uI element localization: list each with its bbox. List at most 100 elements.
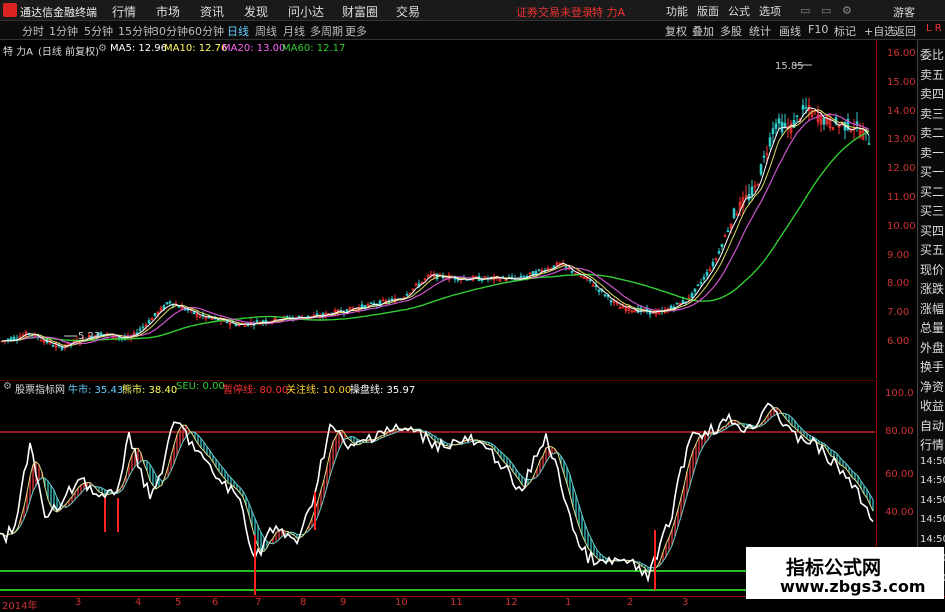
candlestick-chart[interactable]: 15.85 5.23: [0, 40, 875, 378]
candle-body: [693, 288, 697, 292]
side-panel-item[interactable]: 卖四: [920, 85, 944, 102]
menu-item-hangqing[interactable]: 行情: [112, 3, 136, 20]
side-panel-item[interactable]: 买五: [920, 241, 944, 258]
menu-item-faxian[interactable]: 发现: [244, 3, 268, 20]
candle-body: [771, 128, 775, 135]
candle-body: [822, 118, 826, 125]
side-panel-item[interactable]: 买四: [920, 222, 944, 239]
period-fenshi[interactable]: 分时: [22, 23, 44, 39]
candle-body: [669, 305, 673, 309]
indicator-tick: 80.00: [885, 426, 914, 437]
menu-item-caifuquan[interactable]: 财富圈: [342, 3, 378, 20]
date-tick: 11: [450, 597, 463, 608]
side-panel-item[interactable]: 涨幅: [920, 300, 944, 317]
side-panel-item[interactable]: 净资: [920, 378, 944, 395]
candle-body: [141, 326, 145, 329]
side-panel-item[interactable]: 涨跌: [920, 280, 944, 297]
ma5-line: [1, 107, 870, 348]
side-panel-item[interactable]: 卖二: [920, 124, 944, 141]
candle-body: [711, 261, 715, 267]
watermark-url: www.zbgs3.com: [780, 577, 926, 596]
candle-body: [783, 122, 787, 127]
date-tick: 2014年: [2, 601, 38, 612]
menu-item-jiaoyi[interactable]: 交易: [396, 3, 420, 20]
period-30min[interactable]: 30分钟: [152, 23, 188, 39]
period-multi[interactable]: 多周期: [310, 23, 343, 39]
period-daily[interactable]: 日线: [227, 23, 249, 39]
date-tick: 2: [627, 597, 634, 608]
side-panel-item[interactable]: 14:50: [920, 534, 945, 545]
date-tick: 5: [175, 597, 182, 608]
minimize-icon[interactable]: ▭: [800, 4, 810, 17]
btn-fanhui[interactable]: 返回: [894, 23, 916, 39]
side-panel-item[interactable]: 收益: [920, 397, 944, 414]
operate-line: [0, 402, 874, 584]
side-panel-item[interactable]: 卖一: [920, 144, 944, 161]
period-5min[interactable]: 5分钟: [84, 23, 113, 39]
btn-diejia[interactable]: 叠加: [692, 23, 714, 39]
side-panel-item[interactable]: 行情: [920, 436, 944, 453]
price-tick: 13.00: [887, 134, 916, 146]
candle-body: [117, 337, 121, 339]
indicator-tick: 100.0: [885, 388, 914, 399]
menu-item-shichang[interactable]: 市场: [156, 3, 180, 20]
side-panel-item[interactable]: 买一: [920, 163, 944, 180]
period-1min[interactable]: 1分钟: [49, 23, 78, 39]
side-panel-item[interactable]: 外盘: [920, 339, 944, 356]
side-panel-item[interactable]: 14:50: [920, 475, 945, 486]
period-15min[interactable]: 15分钟: [118, 23, 154, 39]
btn-zixuan[interactable]: +自选: [864, 23, 895, 39]
price-tick: 7.00: [887, 307, 910, 319]
btn-biaoji[interactable]: 标记: [834, 23, 856, 39]
btn-f10[interactable]: F10: [808, 23, 828, 36]
menu-item-xuanxiang[interactable]: 选项: [759, 3, 781, 19]
settings-icon[interactable]: ⚙: [842, 4, 852, 17]
side-panel-item[interactable]: 买二: [920, 183, 944, 200]
side-panel-item[interactable]: 换手: [920, 358, 944, 375]
side-panel-item[interactable]: 14:50: [920, 514, 945, 525]
login-status[interactable]: 证券交易未登录: [516, 4, 593, 20]
ma10-line: [1, 109, 870, 347]
date-tick: 1: [565, 597, 572, 608]
btn-duogu[interactable]: 多股: [720, 23, 742, 39]
candle-body: [867, 143, 871, 145]
side-panel-item[interactable]: 14:50: [920, 456, 945, 467]
slow-line: [0, 412, 874, 569]
price-tick: 15.00: [887, 76, 916, 88]
side-panel-item[interactable]: 自动: [920, 417, 944, 434]
candle-body: [138, 328, 142, 331]
guest-label[interactable]: 游客: [893, 4, 915, 20]
restore-icon[interactable]: ▭: [821, 4, 831, 17]
period-60min[interactable]: 60分钟: [188, 23, 224, 39]
period-monthly[interactable]: 月线: [283, 23, 305, 39]
date-tick: 3: [75, 597, 82, 608]
menu-item-gongneng[interactable]: 功能: [666, 3, 688, 19]
period-weekly[interactable]: 周线: [255, 23, 277, 39]
side-panel-item[interactable]: 卖五: [920, 66, 944, 83]
menu-item-zixun[interactable]: 资讯: [200, 3, 224, 20]
period-more[interactable]: 更多: [345, 23, 367, 39]
menu-item-wenxiaoda[interactable]: 问小达: [288, 3, 324, 20]
indicator-chart[interactable]: [0, 380, 875, 596]
side-panel-item[interactable]: 买三: [920, 202, 944, 219]
menu-item-gongshi[interactable]: 公式: [728, 3, 750, 19]
candle-body: [369, 302, 373, 304]
candle-body: [759, 164, 763, 175]
candle-body: [153, 313, 157, 316]
candle-body: [405, 293, 409, 296]
candle-body: [147, 320, 151, 324]
side-panel-item[interactable]: 委比: [920, 46, 944, 63]
indicator-tick: 40.00: [885, 507, 914, 518]
date-tick: 4: [135, 597, 142, 608]
date-tick: 6: [212, 597, 219, 608]
menu-item-banmian[interactable]: 版面: [697, 3, 719, 19]
side-panel-item[interactable]: 总量: [920, 319, 944, 336]
btn-tongji[interactable]: 统计: [749, 23, 771, 39]
side-panel-item[interactable]: 现价: [920, 261, 944, 278]
side-panel-item[interactable]: 14:50: [920, 495, 945, 506]
side-panel-item[interactable]: 卖三: [920, 105, 944, 122]
watermark: 指标公式网 www.zbgs3.com: [746, 547, 944, 599]
side-quote-panel: 委比卖五卖四卖三卖二卖一买一买二买三买四买五现价涨跌涨幅总量外盘换手净资收益自动…: [917, 40, 945, 596]
btn-huaxian[interactable]: 画线: [779, 23, 801, 39]
btn-fuquan[interactable]: 复权: [665, 23, 687, 39]
